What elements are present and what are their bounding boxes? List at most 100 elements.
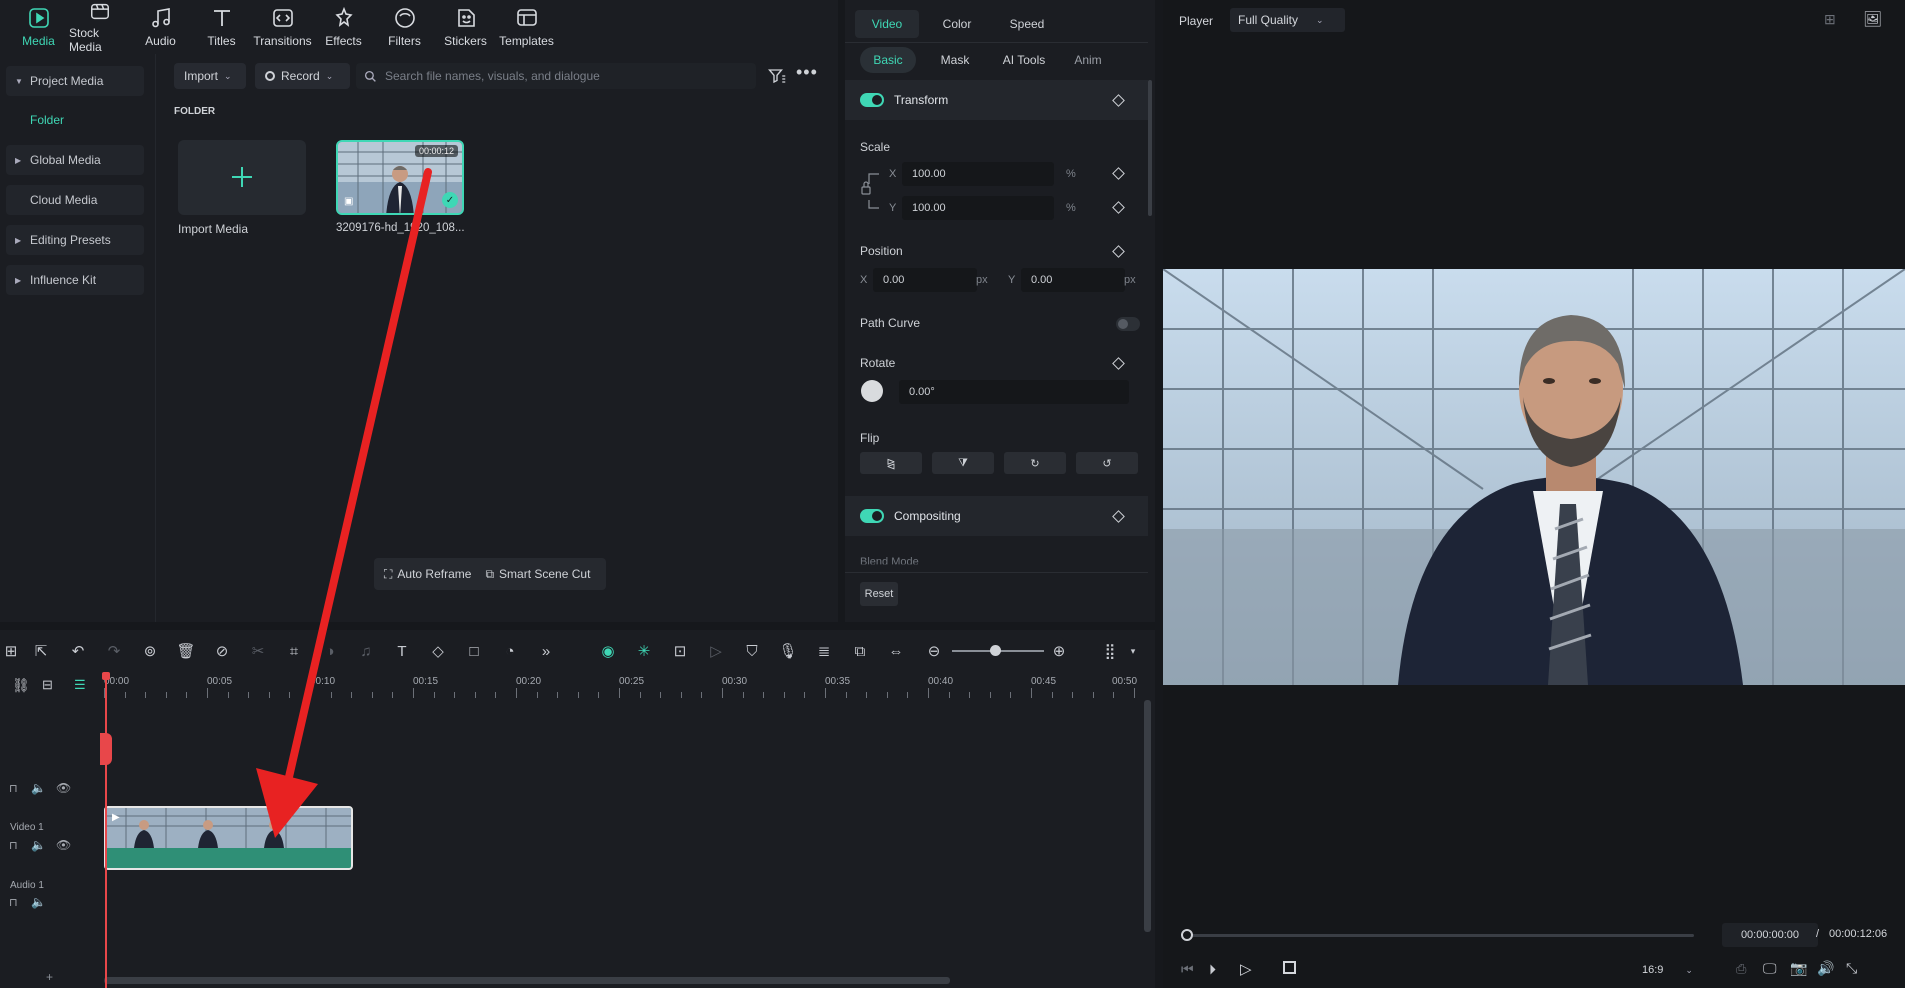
track-manager-icon[interactable]: ☰	[74, 677, 86, 693]
search-input[interactable]: Search file names, visuals, and dialogue	[356, 63, 756, 89]
compositing-toggle[interactable]	[860, 509, 884, 523]
microphone-icon[interactable]: 🎙	[778, 642, 797, 660]
play-icon[interactable]: ▷	[1240, 960, 1252, 978]
playhead-handle[interactable]	[102, 672, 110, 680]
filter-sort-icon[interactable]	[768, 68, 786, 84]
tab-transitions[interactable]: Transitions	[252, 0, 313, 54]
add-track-icon[interactable]: ⊟	[42, 677, 53, 693]
zoom-slider-handle[interactable]	[990, 645, 1001, 656]
folder-lock-icon[interactable]: ⊓	[9, 839, 18, 852]
color-match-icon[interactable]: ◑	[321, 642, 339, 660]
playhead[interactable]	[105, 672, 107, 988]
transform-toggle[interactable]	[860, 93, 884, 107]
flip-horizontal-button[interactable]: ⧎	[860, 452, 922, 474]
aspect-ratio-dropdown[interactable]: 16:9 ⌄	[1636, 958, 1706, 982]
tab-stock-media[interactable]: Stock Media	[69, 0, 130, 54]
playback-progress-track[interactable]	[1187, 934, 1694, 937]
more-tools-icon[interactable]: »	[537, 642, 555, 660]
aspect-lock-icon[interactable]	[859, 166, 881, 214]
subtab-ai-tools[interactable]: AI Tools	[990, 47, 1058, 73]
keyframe-diamond-icon[interactable]	[1112, 357, 1125, 370]
tab-templates[interactable]: Templates	[496, 0, 557, 54]
playback-progress-handle[interactable]	[1181, 929, 1193, 941]
keyframe-diamond-icon[interactable]	[1112, 167, 1125, 180]
timeline-vertical-scrollbar[interactable]	[1144, 700, 1151, 932]
speaker-icon[interactable]: 🔈	[31, 838, 46, 852]
sidebar-item-cloud-media[interactable]: Cloud Media	[6, 185, 144, 215]
tab-color[interactable]: Color	[925, 10, 989, 38]
crop-icon[interactable]: ⌗	[285, 642, 303, 660]
quality-dropdown[interactable]: Full Quality ⌄	[1230, 8, 1345, 32]
sidebar-item-project-media[interactable]: ▼ Project Media	[6, 66, 144, 96]
smart-scene-cut-button[interactable]: ⧉ Smart Scene Cut	[485, 567, 590, 582]
play-preview-icon[interactable]: ▷	[707, 642, 725, 660]
undo-icon[interactable]: ↶	[69, 642, 87, 660]
tab-effects[interactable]: Effects	[313, 0, 374, 54]
sidebar-item-influence-kit[interactable]: ▶ Influence Kit	[6, 265, 144, 295]
keyframe-diamond-icon[interactable]	[1112, 245, 1125, 258]
position-x-field[interactable]: 0.00	[873, 268, 977, 292]
eye-icon[interactable]: 👁	[56, 781, 71, 795]
tab-media[interactable]: Media	[8, 0, 69, 54]
layout-grid-icon[interactable]: ⊞	[2, 642, 20, 660]
reset-button[interactable]: Reset	[860, 582, 898, 606]
rotate-right-button[interactable]: ↻	[1004, 452, 1066, 474]
folder-lock-icon[interactable]: ⊓	[9, 782, 18, 795]
camera-icon[interactable]: 📷	[1790, 960, 1807, 977]
select-cursor-icon[interactable]: ⇱	[32, 642, 50, 660]
import-dropdown[interactable]: Import ⌄	[174, 63, 246, 89]
timeline-video-clip[interactable]: ▶	[104, 806, 353, 870]
tab-stickers[interactable]: Stickers	[435, 0, 496, 54]
current-time-field[interactable]: 00:00:00:00	[1722, 923, 1818, 947]
keyframe-diamond-icon[interactable]	[1112, 201, 1125, 214]
ai-assistant-icon[interactable]: ◉	[599, 642, 617, 660]
tab-speed[interactable]: Speed	[995, 10, 1059, 38]
record-dropdown[interactable]: Record ⌄	[255, 63, 350, 89]
shape-icon[interactable]: ◇	[429, 642, 447, 660]
render-icon[interactable]: ⎙	[1736, 961, 1746, 977]
folder-lock-icon[interactable]: ⊓	[9, 896, 18, 909]
redo-icon[interactable]: ↷	[105, 642, 123, 660]
eye-icon[interactable]: 👁	[56, 838, 71, 852]
grid-view-icon[interactable]: ⊞	[1824, 11, 1836, 28]
position-y-field[interactable]: 0.00	[1021, 268, 1125, 292]
sidebar-item-global-media[interactable]: ▶ Global Media	[6, 145, 144, 175]
tab-audio[interactable]: Audio	[130, 0, 191, 54]
zoom-out-icon[interactable]: ⊖	[925, 642, 943, 660]
link-icon[interactable]: ⛓	[12, 677, 30, 694]
rotate-dial[interactable]	[861, 380, 883, 402]
unlink-icon[interactable]: ⊘	[213, 642, 231, 660]
delete-icon[interactable]: 🗑	[176, 642, 195, 660]
scale-y-field[interactable]: 100.00	[902, 196, 1054, 220]
zoom-in-icon[interactable]: ⊕	[1050, 642, 1068, 660]
stop-icon[interactable]	[1283, 961, 1296, 974]
import-media-card[interactable]	[178, 140, 306, 215]
playhead-marker[interactable]	[100, 733, 112, 765]
chevron-down-icon[interactable]: ▾	[1124, 642, 1142, 660]
rotate-left-button[interactable]: ↺	[1076, 452, 1138, 474]
volume-icon[interactable]: 🔊	[1817, 960, 1834, 977]
compositing-section-header[interactable]: Compositing	[845, 496, 1148, 536]
audio-mix-icon[interactable]: ≣	[815, 642, 833, 660]
add-track-plus-icon[interactable]: +	[46, 970, 53, 984]
flip-vertical-button[interactable]: ⧩	[932, 452, 994, 474]
text-icon[interactable]: T	[393, 642, 411, 660]
audio-adjust-icon[interactable]: ♫	[357, 642, 375, 660]
marker-icon[interactable]: ⛉	[743, 642, 761, 660]
fullscreen-icon[interactable]: ⤡	[1846, 960, 1857, 977]
previous-frame-icon[interactable]: ⏮	[1181, 961, 1194, 978]
transform-section-header[interactable]: Transform	[845, 80, 1148, 120]
snapshot-view-icon[interactable]: 🖼	[1863, 10, 1882, 28]
rotate-field[interactable]: 0.00°	[899, 380, 1129, 404]
timeline-ruler[interactable]: 00:00 00:05 00:10 00:15 00:20 00:25 00:30 00:35…	[104, 672, 1155, 700]
tab-filters[interactable]: Filters	[374, 0, 435, 54]
fit-timeline-icon[interactable]: ⇔	[887, 642, 905, 660]
path-curve-toggle[interactable]	[1116, 317, 1140, 331]
subtab-mask[interactable]: Mask	[925, 47, 985, 73]
subtab-animation[interactable]: Anim	[1061, 47, 1115, 73]
cut-icon[interactable]: ✂	[249, 642, 267, 660]
sidebar-item-folder[interactable]: Folder	[30, 113, 64, 127]
subtab-basic[interactable]: Basic	[860, 47, 916, 73]
snap-icon[interactable]: ✳	[635, 642, 653, 660]
properties-scrollbar[interactable]	[1148, 80, 1152, 216]
